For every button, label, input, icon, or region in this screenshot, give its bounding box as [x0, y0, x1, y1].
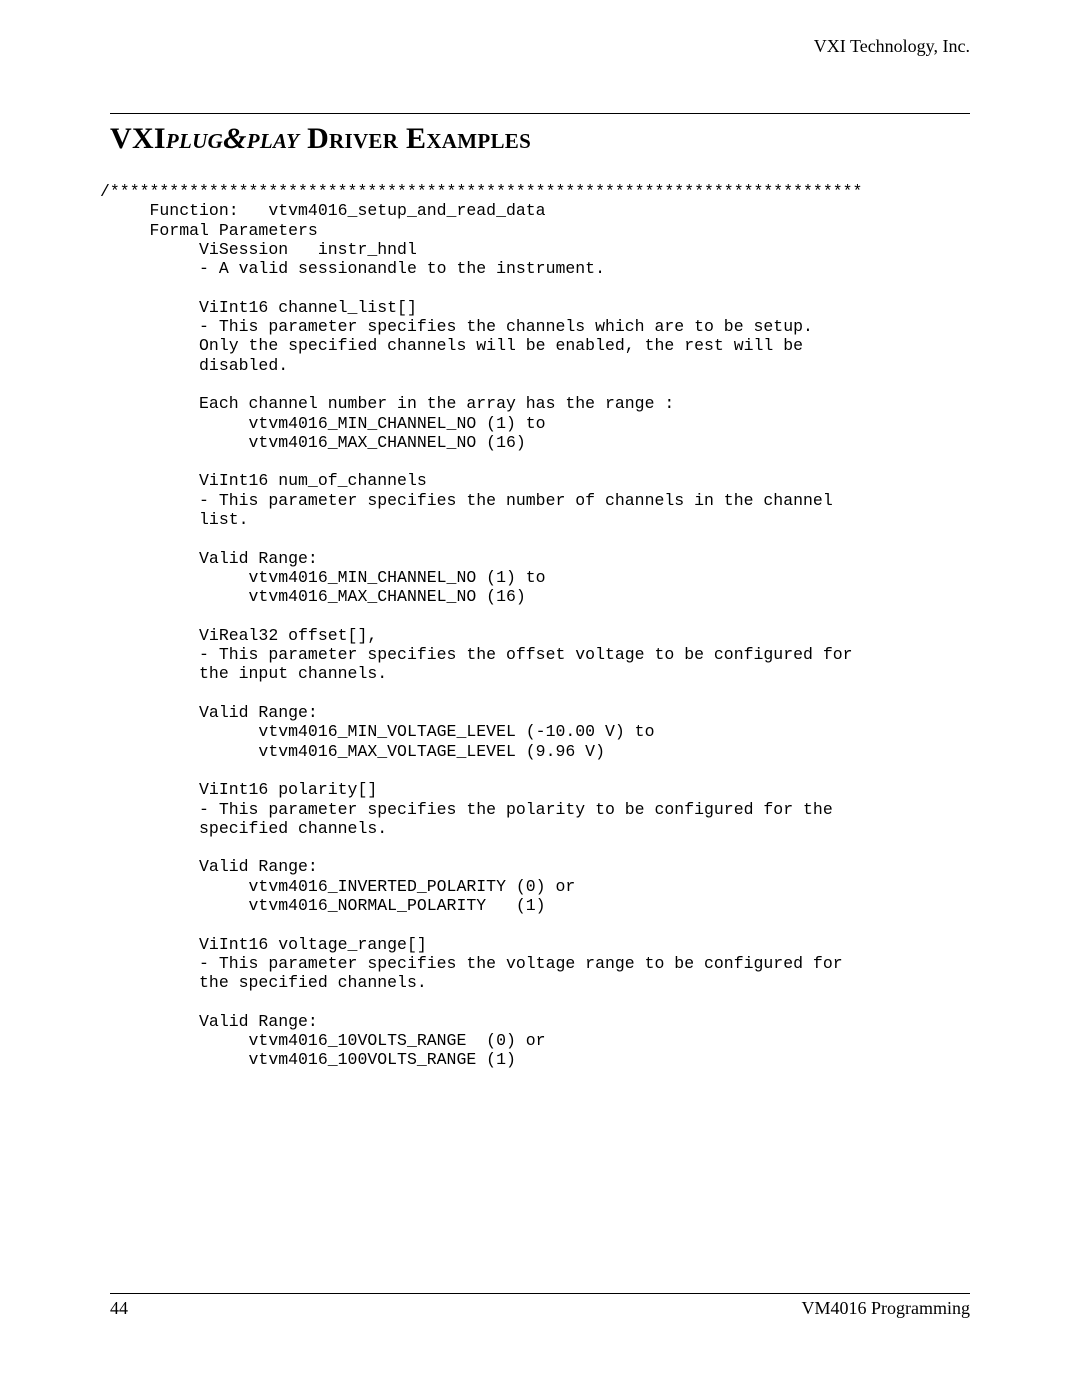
title-brand-italic: plug&play — [166, 122, 299, 155]
bottom-rule — [110, 1293, 970, 1294]
page: VXI Technology, Inc. VXIplug&play Driver… — [0, 0, 1080, 1397]
running-head: VXI Technology, Inc. — [110, 36, 970, 57]
title-brand-upper: VXI — [110, 122, 166, 155]
footer-row: 44 VM4016 Programming — [110, 1298, 970, 1319]
page-footer: 44 VM4016 Programming — [110, 1293, 970, 1319]
top-rule — [110, 113, 970, 114]
title-rest: Driver Examples — [299, 122, 531, 155]
page-number: 44 — [110, 1298, 128, 1319]
page-title: VXIplug&play Driver Examples — [110, 122, 970, 156]
footer-section: VM4016 Programming — [802, 1298, 971, 1319]
code-block: /***************************************… — [100, 182, 970, 1070]
